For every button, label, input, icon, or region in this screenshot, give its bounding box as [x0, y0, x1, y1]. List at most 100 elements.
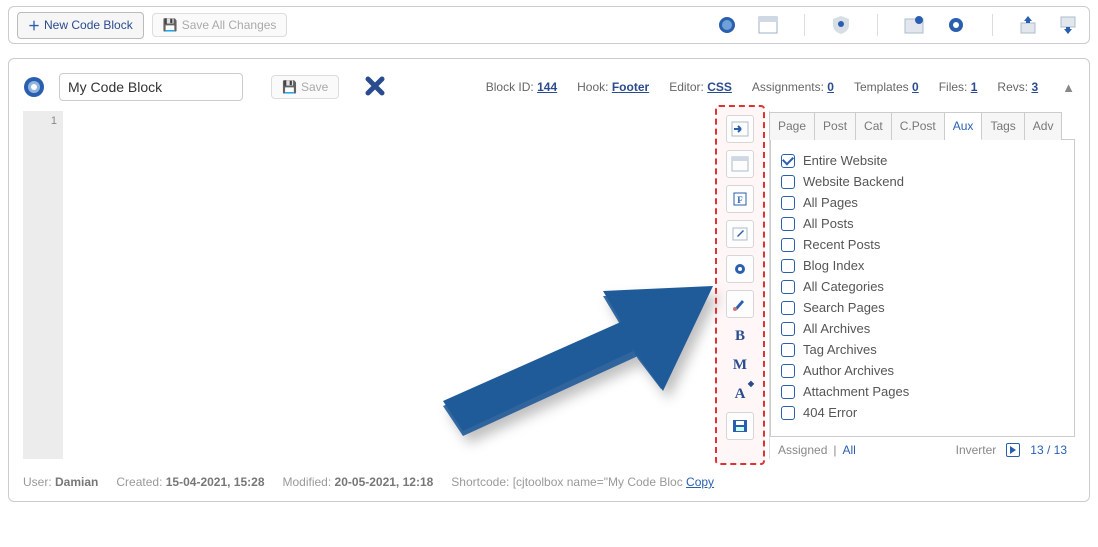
- sort-down-icon[interactable]: [1059, 15, 1077, 35]
- code-block-card: 💾 Save Block ID: 144 Hook: Footer Editor…: [8, 58, 1090, 502]
- save-all-button[interactable]: 💾 Save All Changes: [152, 13, 288, 37]
- aux-item[interactable]: Search Pages: [781, 297, 1064, 318]
- tab-post[interactable]: Post: [815, 112, 856, 140]
- aux-item[interactable]: Tag Archives: [781, 339, 1064, 360]
- tool-brush-icon[interactable]: [726, 290, 754, 318]
- tab-content-aux: Entire Website Website Backend All Pages Al…: [770, 139, 1075, 437]
- toolbar-icons: [718, 14, 1081, 36]
- layout-icon[interactable]: [758, 16, 778, 34]
- aux-item-label: 404 Error: [803, 405, 857, 420]
- templates-label: Templates: [854, 80, 909, 94]
- aux-item-label: Recent Posts: [803, 237, 880, 252]
- checkbox-icon[interactable]: [781, 238, 795, 252]
- tool-save-icon[interactable]: [726, 412, 754, 440]
- block-name-input[interactable]: [59, 73, 243, 101]
- tab-cat[interactable]: Cat: [856, 112, 892, 140]
- tool-font-icon[interactable]: F: [726, 185, 754, 213]
- assignments-label: Assignments:: [752, 80, 824, 94]
- aux-item[interactable]: Author Archives: [781, 360, 1064, 381]
- aux-item-label: Tag Archives: [803, 342, 877, 357]
- new-code-block-button[interactable]: ＋ New Code Block: [17, 12, 144, 39]
- tool-bold-icon[interactable]: B: [726, 325, 754, 347]
- code-editor[interactable]: [63, 111, 717, 459]
- line-gutter: 1: [23, 111, 63, 459]
- shortcode-value: [cjtoolbox name="My Code Bloc: [513, 475, 683, 489]
- assigned-label[interactable]: Assigned: [778, 443, 827, 457]
- aux-item[interactable]: Blog Index: [781, 255, 1064, 276]
- aux-item[interactable]: Entire Website: [781, 150, 1064, 171]
- checkbox-icon[interactable]: [781, 217, 795, 231]
- editor-value[interactable]: CSS: [707, 80, 732, 94]
- all-link[interactable]: All: [843, 443, 856, 457]
- tab-cpost[interactable]: C.Post: [892, 112, 945, 140]
- header-meta: Block ID: 144 Hook: Footer Editor: CSS A…: [486, 80, 1038, 94]
- inverter-label: Inverter: [956, 443, 997, 457]
- vertical-toolstrip: F B M A◆: [717, 111, 763, 459]
- save-label: Save: [301, 80, 328, 94]
- aux-item[interactable]: All Categories: [781, 276, 1064, 297]
- created-label: Created:: [116, 475, 162, 489]
- aux-item-label: Website Backend: [803, 174, 904, 189]
- tool-layout-icon[interactable]: [726, 150, 754, 178]
- hook-label: Hook:: [577, 80, 608, 94]
- tab-page[interactable]: Page: [769, 112, 815, 140]
- files-value[interactable]: 1: [971, 80, 978, 94]
- gear-icon[interactable]: [946, 15, 966, 35]
- aux-item[interactable]: Attachment Pages: [781, 381, 1064, 402]
- tab-tags[interactable]: Tags: [982, 112, 1024, 140]
- sort-up-icon[interactable]: [1019, 15, 1037, 35]
- aux-item[interactable]: Website Backend: [781, 171, 1064, 192]
- assignments-value[interactable]: 0: [827, 80, 834, 94]
- tool-insert-icon[interactable]: [726, 115, 754, 143]
- delete-icon[interactable]: [365, 76, 385, 99]
- block-id-value[interactable]: 144: [537, 80, 557, 94]
- revs-value[interactable]: 3: [1031, 80, 1038, 94]
- new-code-block-label: New Code Block: [44, 18, 133, 32]
- checkbox-icon[interactable]: [781, 196, 795, 210]
- aux-item-label: Entire Website: [803, 153, 887, 168]
- checkbox-icon[interactable]: [781, 280, 795, 294]
- tool-gear-icon[interactable]: [726, 255, 754, 283]
- tool-m-icon[interactable]: M: [726, 354, 754, 376]
- templates-value[interactable]: 0: [912, 80, 919, 94]
- checkbox-icon[interactable]: [781, 364, 795, 378]
- aux-item-label: All Archives: [803, 321, 870, 336]
- aux-item[interactable]: Recent Posts: [781, 234, 1064, 255]
- save-button[interactable]: 💾 Save: [271, 75, 339, 99]
- annotation-arrow: [403, 241, 743, 471]
- created-value: 15-04-2021, 15:28: [166, 475, 265, 489]
- checkbox-icon[interactable]: [781, 406, 795, 420]
- save-icon: 💾: [163, 18, 178, 32]
- tool-a-icon[interactable]: A◆: [726, 383, 754, 405]
- tab-adv[interactable]: Adv: [1025, 112, 1063, 140]
- checkbox-icon[interactable]: [781, 385, 795, 399]
- box-gear-icon[interactable]: [904, 16, 924, 34]
- shield-gear-icon[interactable]: [831, 15, 851, 35]
- checkbox-icon[interactable]: [781, 259, 795, 273]
- block-id-label: Block ID:: [486, 80, 534, 94]
- hook-value[interactable]: Footer: [612, 80, 649, 94]
- aux-item-label: All Pages: [803, 195, 858, 210]
- inverter-toggle[interactable]: [1006, 443, 1020, 457]
- aux-item[interactable]: All Pages: [781, 192, 1064, 213]
- aux-item[interactable]: 404 Error: [781, 402, 1064, 423]
- checkbox-icon[interactable]: [781, 154, 795, 168]
- checkbox-icon[interactable]: [781, 175, 795, 189]
- globe-icon[interactable]: [718, 16, 736, 34]
- separator: [992, 14, 993, 36]
- svg-text:F: F: [737, 195, 743, 205]
- user-label: User:: [23, 475, 52, 489]
- shortcode-label: Shortcode:: [451, 475, 509, 489]
- tool-edit-icon[interactable]: [726, 220, 754, 248]
- tab-aux[interactable]: Aux: [945, 112, 983, 140]
- aux-item[interactable]: All Posts: [781, 213, 1064, 234]
- checkbox-icon[interactable]: [781, 343, 795, 357]
- aux-item[interactable]: All Archives: [781, 318, 1064, 339]
- copy-link[interactable]: Copy: [686, 475, 714, 489]
- block-logo-icon: [23, 76, 45, 98]
- card-header: 💾 Save Block ID: 144 Hook: Footer Editor…: [9, 59, 1089, 111]
- collapse-icon[interactable]: ▲: [1062, 80, 1075, 95]
- checkbox-icon[interactable]: [781, 322, 795, 336]
- checkbox-icon[interactable]: [781, 301, 795, 315]
- modified-value: 20-05-2021, 12:18: [335, 475, 434, 489]
